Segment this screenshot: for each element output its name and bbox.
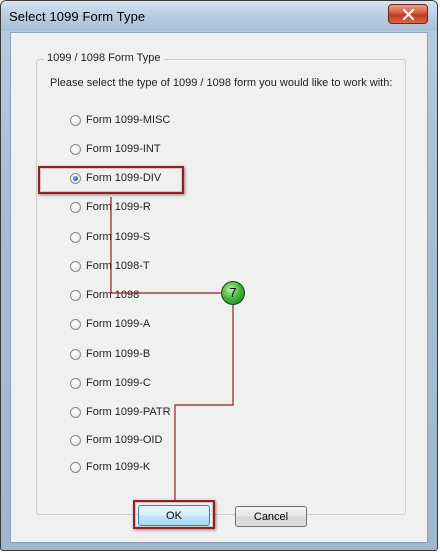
radio-label: Form 1099-PATR [86, 406, 171, 418]
radio-button[interactable] [70, 434, 81, 446]
radio-button[interactable] [70, 231, 81, 243]
radio-form-1099-c[interactable]: Form 1099-C [70, 375, 151, 391]
title-bar[interactable]: Select 1099 Form Type [1, 1, 437, 31]
callout-highlight-ok [133, 500, 215, 529]
radio-label: Form 1099-OID [86, 434, 163, 446]
radio-form-1099-a[interactable]: Form 1099-A [70, 316, 150, 332]
window-title: Select 1099 Form Type [9, 9, 146, 24]
dialog-window: Select 1099 Form Type 1099 / 1098 Form T… [0, 0, 438, 551]
radio-button[interactable] [70, 461, 81, 473]
radio-label: Form 1099-C [86, 377, 151, 389]
radio-button[interactable] [70, 201, 81, 213]
radio-form-1099-k[interactable]: Form 1099-K [70, 459, 150, 475]
radio-label: Form 1099-MISC [86, 114, 171, 126]
radio-form-1099-patr[interactable]: Form 1099-PATR [70, 404, 171, 420]
radio-button[interactable] [70, 289, 81, 301]
radio-form-1098-t[interactable]: Form 1098-T [70, 258, 150, 274]
radio-label: Form 1099-INT [86, 143, 161, 155]
radio-form-1099-int[interactable]: Form 1099-INT [70, 141, 161, 157]
radio-label: Form 1099-S [86, 231, 151, 243]
radio-label: Form 1098-T [86, 260, 150, 272]
radio-form-1099-s[interactable]: Form 1099-S [70, 229, 150, 245]
radio-button[interactable] [70, 143, 81, 155]
radio-form-1099-r[interactable]: Form 1099-R [70, 199, 151, 215]
callout-highlight-1099-div [38, 166, 184, 194]
radio-label: Form 1099-R [86, 201, 151, 213]
radio-button[interactable] [70, 114, 81, 126]
radio-button[interactable] [70, 260, 81, 272]
radio-form-1099-b[interactable]: Form 1099-B [70, 346, 150, 362]
radio-label: Form 1098 [86, 289, 140, 301]
close-button[interactable] [388, 4, 428, 24]
radio-button[interactable] [70, 318, 81, 330]
radio-button[interactable] [70, 348, 81, 360]
cancel-button[interactable]: Cancel [235, 506, 307, 527]
radio-form-1099-oid[interactable]: Form 1099-OID [70, 432, 162, 448]
radio-form-1099-misc[interactable]: Form 1099-MISC [70, 112, 170, 128]
dialog-body: 1099 / 1098 Form Type Please select the … [10, 32, 428, 543]
radio-label: Form 1099-K [86, 461, 151, 473]
radio-form-1098[interactable]: Form 1098 [70, 287, 139, 303]
radio-label: Form 1099-A [86, 318, 151, 330]
instruction-text: Please select the type of 1099 / 1098 fo… [50, 77, 393, 89]
radio-button[interactable] [70, 406, 81, 418]
radio-button[interactable] [70, 377, 81, 389]
step-number-badge: 7 [221, 281, 245, 305]
close-icon [402, 9, 415, 20]
radio-label: Form 1099-B [86, 348, 151, 360]
groupbox-legend: 1099 / 1098 Form Type [44, 52, 164, 64]
